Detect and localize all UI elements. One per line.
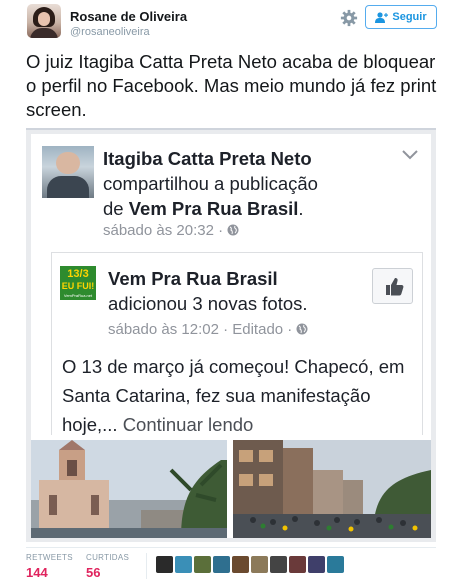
gear-icon[interactable]: [340, 9, 358, 27]
liker-avatar[interactable]: [194, 556, 211, 573]
poster-name: Itagiba Catta Preta Neto: [103, 148, 312, 169]
post-timestamp: sábado às 20:32 ·: [103, 222, 239, 239]
liker-avatar[interactable]: [251, 556, 268, 573]
post-timestamp-text: sábado às 20:32 ·: [103, 222, 224, 239]
retweets-label: RETWEETS: [26, 553, 73, 562]
logo-line3: VemPraRua.net: [63, 293, 93, 298]
likes-label: CURTIDAS: [86, 553, 130, 562]
facebook-post: Itagiba Catta Preta Neto compartilhou a …: [31, 134, 431, 538]
share-action: compartilhou a publicação: [103, 173, 318, 194]
author-avatar[interactable]: [27, 4, 61, 38]
shared-subtitle: adicionou 3 novas fotos.: [108, 293, 308, 314]
shared-header: Vem Pra Rua Brasil adicionou 3 novas fot…: [108, 266, 308, 316]
liker-avatar[interactable]: [327, 556, 344, 573]
liker-avatar[interactable]: [213, 556, 230, 573]
follow-button-label: Seguir: [392, 11, 427, 23]
poster-avatar: [42, 146, 94, 198]
liker-avatar[interactable]: [156, 556, 173, 573]
author-handle[interactable]: @rosaneoliveira: [70, 26, 150, 38]
shared-body: O 13 de março já começou! Chapecó, em Sa…: [62, 352, 417, 439]
liker-avatar[interactable]: [289, 556, 306, 573]
embedded-screenshot[interactable]: Itagiba Catta Preta Neto compartilhou a …: [26, 128, 436, 542]
continue-reading-link: Continuar lendo: [122, 414, 254, 435]
share-action-of: de: [103, 198, 124, 219]
follow-button[interactable]: Seguir: [365, 5, 437, 29]
add-user-icon: [375, 11, 389, 23]
liker-avatars: [156, 556, 344, 573]
liker-avatar[interactable]: [232, 556, 249, 573]
globe-icon: [296, 323, 308, 335]
photo-street-crowd: [233, 440, 431, 538]
stats-separator: [146, 553, 147, 579]
retweets-count[interactable]: 144: [26, 565, 48, 580]
chevron-down-icon: [402, 150, 418, 160]
photo-church: [31, 440, 227, 538]
stats-divider: [26, 547, 436, 548]
logo-line2: EU FUI!: [61, 281, 95, 291]
shared-page-name: Vem Pra Rua Brasil: [128, 198, 299, 219]
shared-timestamp-text: sábado às 12:02 · Editado ·: [108, 321, 293, 338]
tweet-text: O juiz Itagiba Catta Preta Neto acaba de…: [26, 51, 437, 120]
share-header: Itagiba Catta Preta Neto compartilhou a …: [103, 148, 318, 219]
logo-line1: 13/3: [67, 268, 89, 280]
vem-pra-rua-logo: 13/3 EU FUI! VemPraRua.net: [60, 266, 96, 300]
shared-page-title: Vem Pra Rua Brasil: [108, 268, 278, 289]
shared-post: 13/3 EU FUI! VemPraRua.net Vem Pra Rua B…: [51, 252, 423, 435]
globe-icon: [227, 224, 239, 236]
thumbs-up-icon: [386, 278, 404, 296]
liker-avatar[interactable]: [308, 556, 325, 573]
like-page-button: [372, 268, 413, 304]
shared-timestamp: sábado às 12:02 · Editado ·: [108, 321, 308, 338]
likes-count[interactable]: 56: [86, 565, 100, 580]
author-name[interactable]: Rosane de Oliveira: [70, 9, 187, 24]
liker-avatar[interactable]: [175, 556, 192, 573]
liker-avatar[interactable]: [270, 556, 287, 573]
